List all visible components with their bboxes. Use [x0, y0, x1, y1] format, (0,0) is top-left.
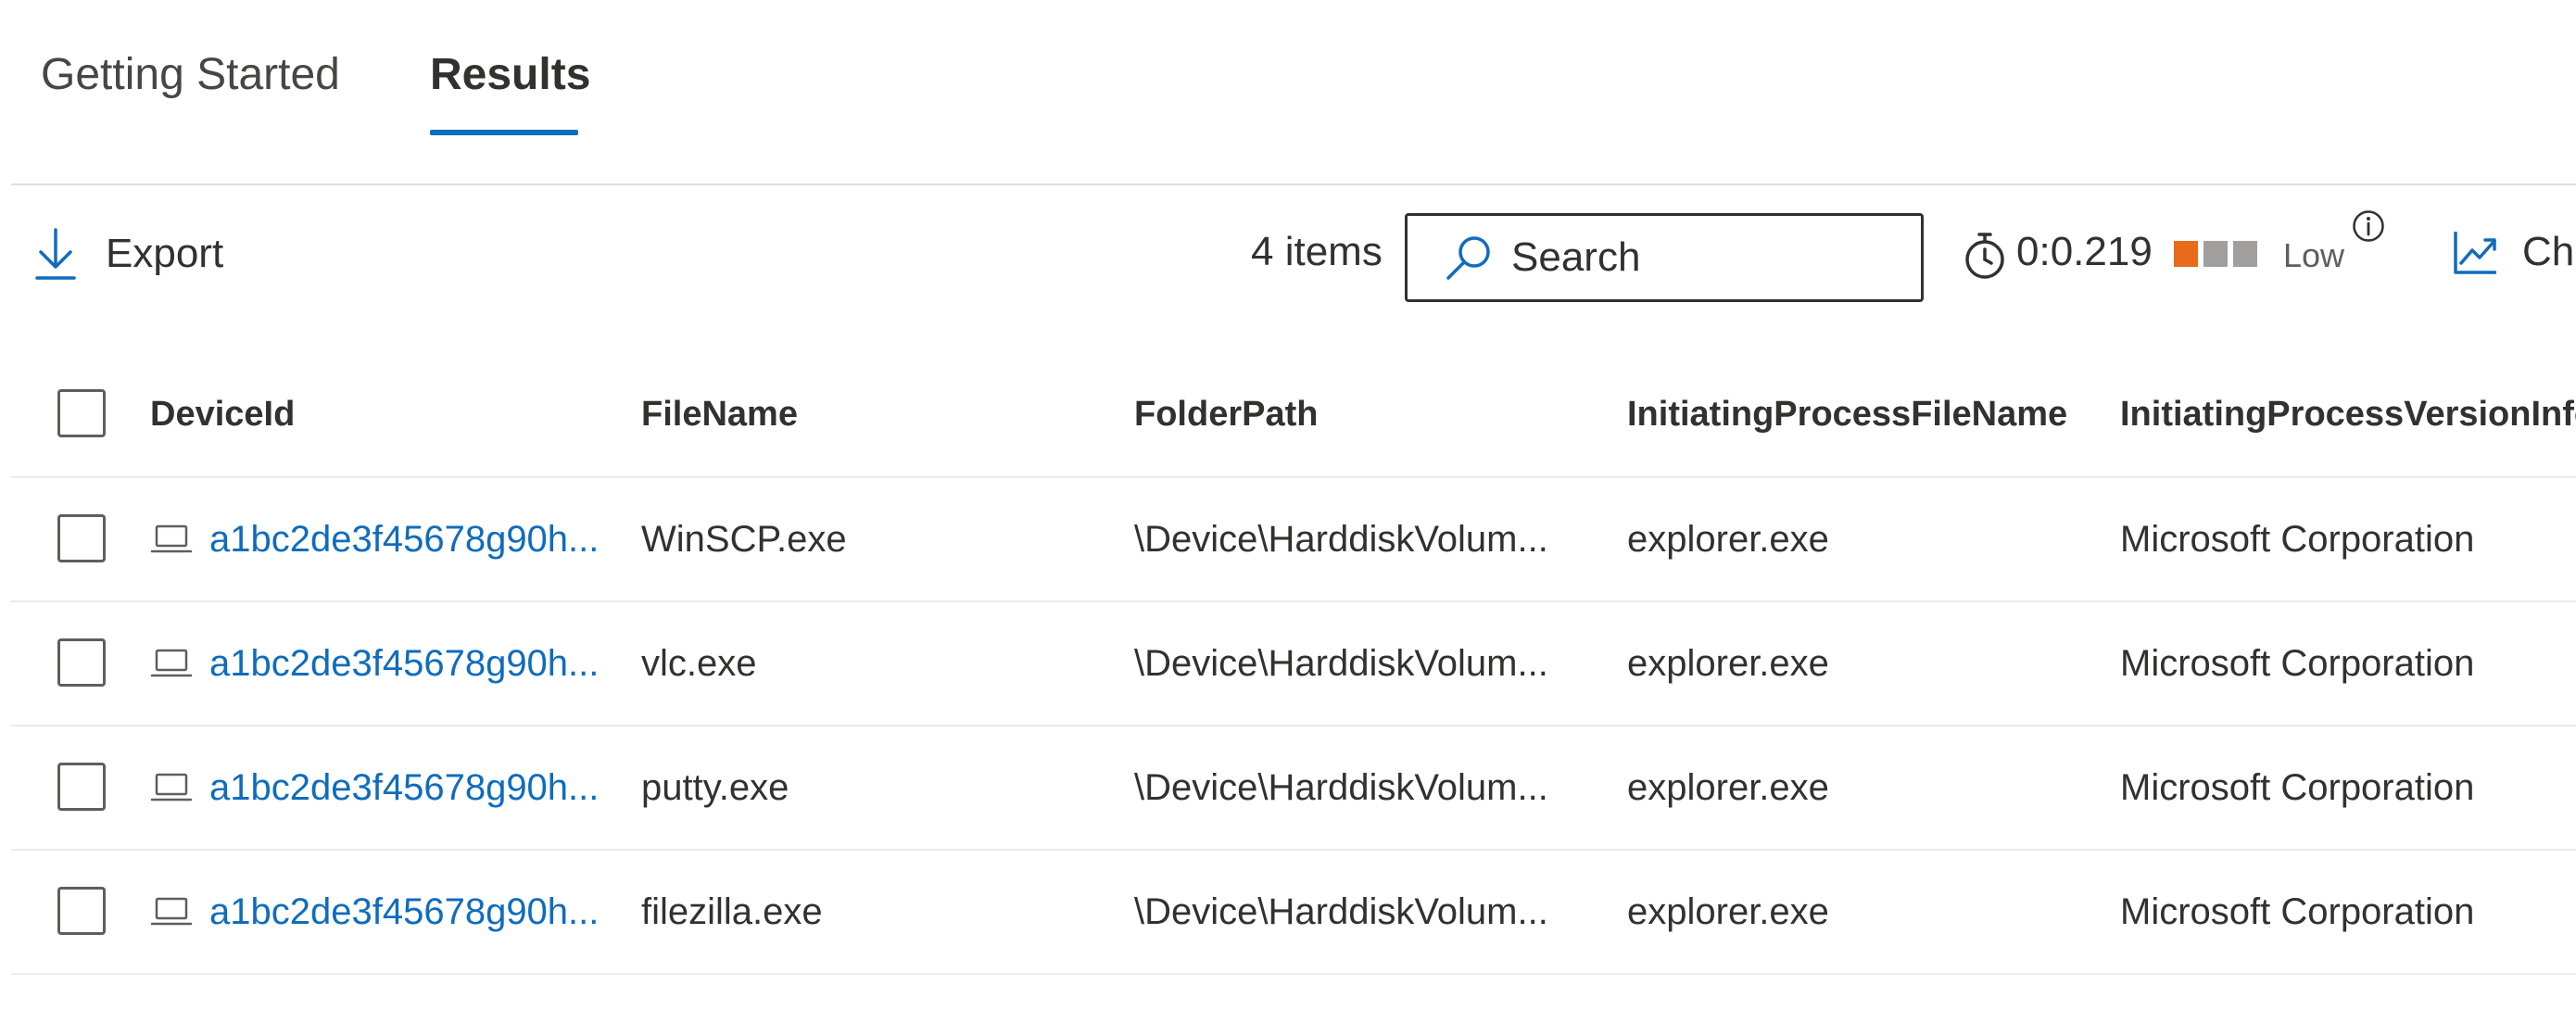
resource-usage-indicator — [2174, 241, 2257, 267]
export-label: Export — [106, 231, 224, 276]
chart-button[interactable]: Ch — [2452, 224, 2574, 280]
folder-path-cell: \Device\HarddiskVolum... — [1134, 642, 1548, 684]
device-id-cell: a1bc2de3f45678g90h... — [150, 726, 613, 849]
tab-results[interactable]: Results — [430, 43, 590, 107]
device-id-cell: a1bc2de3f45678g90h... — [150, 602, 613, 725]
device-id-link[interactable]: a1bc2de3f45678g90h... — [209, 891, 599, 933]
resource-usage-label: Low — [2283, 236, 2345, 274]
usage-bar — [2233, 241, 2257, 267]
line-chart-icon — [2454, 232, 2496, 274]
file-name-cell: WinSCP.exe — [641, 518, 847, 560]
row-checkbox[interactable] — [57, 763, 106, 811]
items-count: 4 items — [1251, 229, 1383, 274]
row-checkbox[interactable] — [57, 887, 106, 935]
device-id-link[interactable]: a1bc2de3f45678g90h... — [209, 767, 599, 809]
initiating-process-cell: explorer.exe — [1627, 890, 1829, 932]
column-header-folderpath[interactable]: FolderPath — [1134, 352, 1616, 476]
usage-bar — [2203, 241, 2228, 267]
file-name-cell: vlc.exe — [641, 642, 757, 684]
table-row[interactable]: a1bc2de3f45678g90h... putty.exe \Device\… — [11, 726, 2576, 851]
laptop-icon — [150, 773, 193, 802]
stopwatch-icon — [1965, 233, 2004, 279]
search-box[interactable] — [1405, 213, 1924, 302]
initiating-process-cell: explorer.exe — [1627, 518, 1829, 560]
device-id-cell: a1bc2de3f45678g90h... — [150, 851, 613, 973]
elapsed-time: 0:0.219 — [2016, 229, 2153, 274]
folder-path-cell: \Device\HarddiskVolum... — [1134, 518, 1548, 560]
search-input[interactable] — [1511, 234, 1900, 281]
device-id-link[interactable]: a1bc2de3f45678g90h... — [209, 519, 599, 561]
advanced-hunting-results-page: Getting Started Results Export 4 items S… — [0, 0, 2576, 1010]
device-id-cell: a1bc2de3f45678g90h... — [150, 478, 613, 600]
laptop-icon — [150, 649, 193, 677]
usage-bar — [2174, 241, 2198, 267]
export-button[interactable]: Export — [33, 217, 223, 291]
row-checkbox[interactable] — [57, 638, 106, 687]
version-info-cell: Microsoft Corporation — [2120, 642, 2475, 684]
info-icon[interactable] — [2352, 209, 2385, 243]
chart-label: Ch — [2522, 229, 2575, 274]
table-row[interactable]: a1bc2de3f45678g90h... filezilla.exe \Dev… — [11, 851, 2576, 975]
initiating-process-cell: explorer.exe — [1627, 642, 1829, 684]
download-arrow-icon — [35, 228, 76, 280]
folder-path-cell: \Device\HarddiskVolum... — [1134, 890, 1548, 932]
select-all-checkbox[interactable] — [57, 389, 106, 437]
column-header-initiatingprocessversioninfo[interactable]: InitiatingProcessVersionInfo — [2120, 352, 2576, 476]
results-toolbar: Export 4 items 0:0.219 Low — [0, 185, 2576, 334]
active-tab-indicator — [430, 130, 578, 135]
laptop-icon — [150, 897, 193, 926]
tab-getting-started[interactable]: Getting Started — [41, 43, 340, 107]
version-info-cell: Microsoft Corporation — [2120, 890, 2475, 932]
version-info-cell: Microsoft Corporation — [2120, 766, 2475, 808]
laptop-icon — [150, 524, 193, 553]
tab-bar: Getting Started Results — [0, 0, 2576, 185]
file-name-cell: putty.exe — [641, 766, 789, 808]
column-header-deviceid[interactable]: DeviceId — [150, 352, 613, 476]
table-row[interactable]: a1bc2de3f45678g90h... vlc.exe \Device\Ha… — [11, 602, 2576, 726]
table-header-row: DeviceId FileName FolderPath InitiatingP… — [11, 352, 2576, 478]
column-header-filename[interactable]: FileName — [641, 352, 1105, 476]
device-id-link[interactable]: a1bc2de3f45678g90h... — [209, 643, 599, 685]
version-info-cell: Microsoft Corporation — [2120, 518, 2475, 560]
initiating-process-cell: explorer.exe — [1627, 766, 1829, 808]
search-icon — [1446, 236, 1490, 280]
row-checkbox[interactable] — [57, 514, 106, 562]
table-row[interactable]: a1bc2de3f45678g90h... WinSCP.exe \Device… — [11, 478, 2576, 602]
results-table: DeviceId FileName FolderPath InitiatingP… — [11, 352, 2576, 975]
column-header-initiatingprocessfilename[interactable]: InitiatingProcessFileName — [1627, 352, 2109, 476]
folder-path-cell: \Device\HarddiskVolum... — [1134, 766, 1548, 808]
file-name-cell: filezilla.exe — [641, 890, 823, 932]
